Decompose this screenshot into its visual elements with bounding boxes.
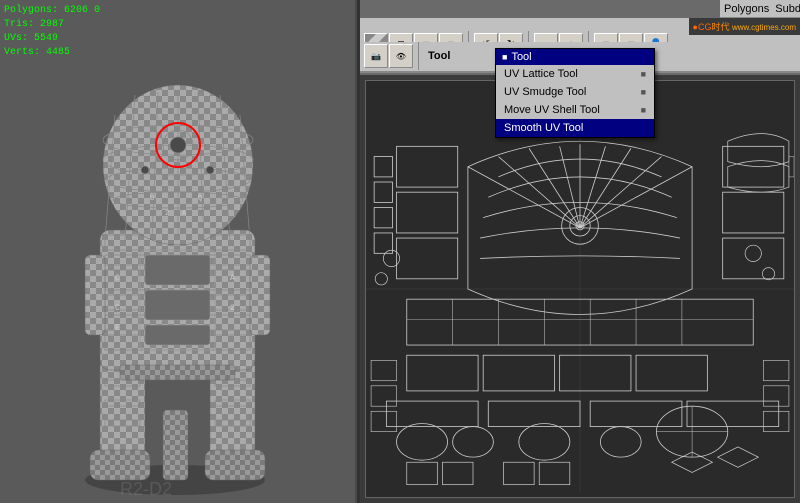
camera-btn[interactable]: 📷 xyxy=(364,44,388,68)
polygons-value: 6206 xyxy=(64,5,88,16)
svg-text:2: 2 xyxy=(230,304,235,313)
polygons-label: Polygons: xyxy=(4,5,58,16)
viewport-divider xyxy=(357,0,360,503)
3d-viewport[interactable]: C C E A 2 xyxy=(0,0,355,503)
move-uv-shell-tool-item[interactable]: Move UV Shell Tool ■ xyxy=(496,101,654,119)
menu-bar: Polygons Subdivs View Select Tool Image … xyxy=(720,0,800,18)
stats-panel: Polygons: 6206 0 Tris: 2987 UVs: 5549 Ve… xyxy=(4,4,100,60)
smooth-uv-tool-item[interactable]: Smooth UV Tool xyxy=(496,119,654,137)
svg-text:A: A xyxy=(230,274,235,283)
tool-label-area: Tool xyxy=(428,50,450,62)
toolbar-section-5: 📷 👁 xyxy=(364,44,413,68)
tool-dropdown: ■ Tool UV Lattice Tool ■ UV Smudge Tool … xyxy=(495,48,655,138)
tris-value: 2987 xyxy=(40,19,64,30)
uvs-value: 5549 xyxy=(34,33,58,44)
uv-smudge-tool-item[interactable]: UV Smudge Tool ■ xyxy=(496,83,654,101)
menu-polygons[interactable]: Polygons xyxy=(724,3,769,15)
watermark: ●CG时代 www.cgtimes.com xyxy=(689,18,800,35)
menu-subdivs[interactable]: Subdivs xyxy=(775,3,800,15)
eye-btn[interactable]: 👁 xyxy=(389,44,413,68)
tool-dropdown-title: Tool xyxy=(511,51,531,63)
uv-lattice-tool-item[interactable]: UV Lattice Tool ■ xyxy=(496,65,654,83)
svg-text:2: 2 xyxy=(165,210,169,218)
svg-text:C: C xyxy=(115,304,120,313)
toolbar-sep-4 xyxy=(418,42,419,70)
uv-viewport[interactable] xyxy=(360,75,800,503)
tris-label: Tris: xyxy=(4,19,34,30)
svg-text:U: U xyxy=(150,195,154,203)
uv-canvas xyxy=(365,80,795,498)
svg-text:C: C xyxy=(115,274,120,283)
uvs-label: UVs: xyxy=(4,33,28,44)
svg-text:E: E xyxy=(115,324,120,333)
verts-value: 4485 xyxy=(46,47,70,58)
tool-dropdown-header: ■ Tool xyxy=(496,49,654,65)
watermark-text: ●CG xyxy=(693,22,712,32)
tool-label: Tool xyxy=(428,50,450,62)
uv-editor-panel: Polygons Subdivs View Select Tool Image … xyxy=(360,0,800,503)
verts-label: Verts: xyxy=(4,47,40,58)
watermark-url: www.cgtimes.com xyxy=(732,23,796,32)
svg-text:Q: Q xyxy=(198,195,202,203)
svg-text:R2-D2: R2-D2 xyxy=(120,479,172,499)
